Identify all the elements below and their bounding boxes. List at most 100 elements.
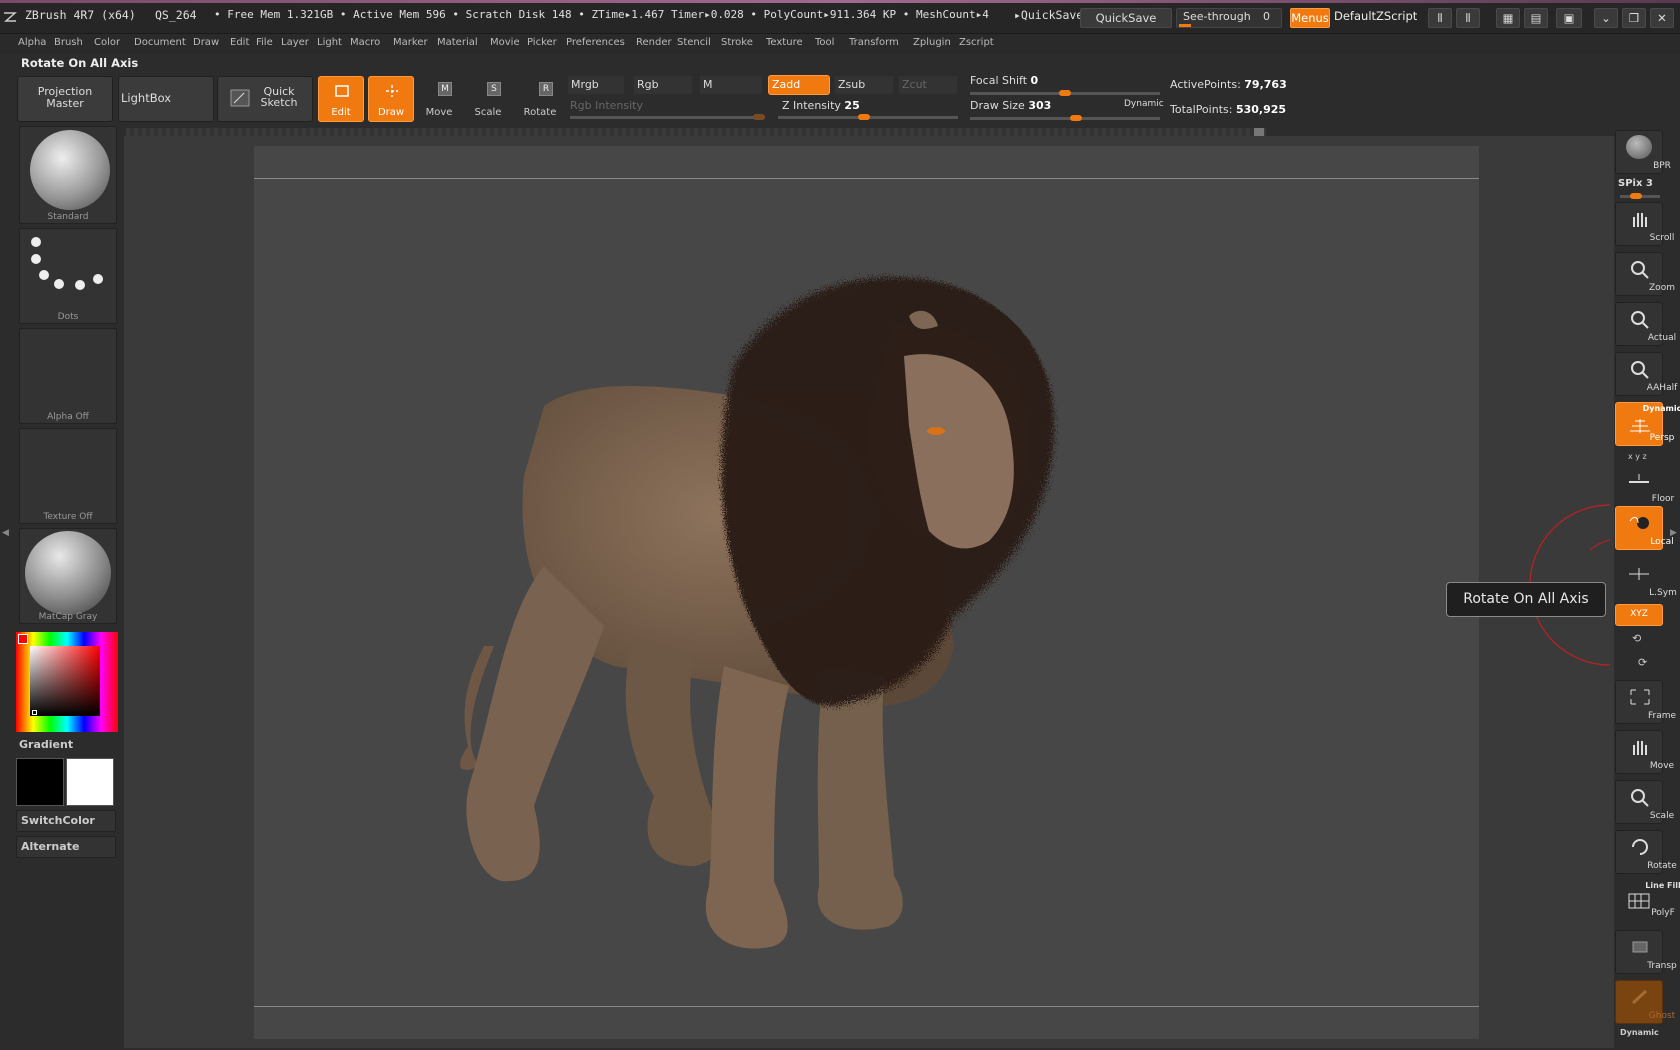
- rotate-mode-button[interactable]: R Rotate: [517, 80, 563, 122]
- zoom-button[interactable]: Zoom: [1615, 252, 1675, 296]
- color-picker[interactable]: [16, 632, 118, 732]
- focal-shift-slider[interactable]: [970, 90, 1160, 96]
- prev-script-icon[interactable]: ⦀: [1428, 8, 1452, 28]
- local-transform-icon: [1629, 516, 1649, 529]
- aahalf-button[interactable]: AAHalf: [1615, 352, 1677, 396]
- menu-color[interactable]: Color: [94, 37, 120, 48]
- menu-document[interactable]: Document: [134, 37, 186, 48]
- rotate-y-icon[interactable]: ⟲: [1632, 632, 1641, 645]
- move-button[interactable]: Move: [1615, 730, 1674, 774]
- right-tray-collapse-icon[interactable]: ▶: [1670, 528, 1678, 548]
- close-icon[interactable]: ✕: [1650, 8, 1674, 28]
- menu-brush[interactable]: Brush: [54, 37, 83, 48]
- menu-draw[interactable]: Draw: [193, 37, 219, 48]
- texture-selector[interactable]: Texture Off: [19, 428, 117, 524]
- quick-sketch-button[interactable]: Quick Sketch: [217, 76, 313, 122]
- layout-icon[interactable]: ▦: [1496, 8, 1520, 28]
- menu-stencil[interactable]: Stencil: [677, 37, 711, 48]
- scroll-button[interactable]: Scroll: [1615, 202, 1674, 246]
- color-marker[interactable]: [32, 710, 37, 715]
- polyf-button[interactable]: Line Fill PolyF: [1615, 880, 1680, 920]
- scale-button[interactable]: Scale: [1615, 780, 1674, 824]
- secondary-color-swatch[interactable]: [66, 758, 114, 806]
- default-zscript[interactable]: DefaultZScript: [1334, 9, 1417, 23]
- zcut-button[interactable]: Zcut: [898, 75, 958, 95]
- left-tray-collapse-icon[interactable]: ◀: [2, 528, 10, 548]
- scale-mode-button[interactable]: S Scale: [465, 80, 511, 122]
- frame-button[interactable]: Frame: [1615, 680, 1676, 724]
- menu-movie[interactable]: Movie: [490, 37, 520, 48]
- menu-picker[interactable]: Picker: [527, 37, 557, 48]
- primary-color-swatch[interactable]: [16, 758, 64, 806]
- lion-model[interactable]: [254, 146, 1479, 1039]
- menu-stroke[interactable]: Stroke: [721, 37, 753, 48]
- menu-zplugin[interactable]: Zplugin: [913, 37, 951, 48]
- document-canvas[interactable]: [254, 146, 1479, 1039]
- dots-stroke-icon: [31, 237, 103, 290]
- lightbox-button[interactable]: LightBox: [118, 76, 214, 122]
- brush-selector[interactable]: Standard: [19, 126, 117, 224]
- move-mode-button[interactable]: M Move: [416, 80, 462, 122]
- mrgb-button[interactable]: Mrgb: [567, 75, 625, 95]
- menu-preferences[interactable]: Preferences: [566, 37, 625, 48]
- layout-alt-icon[interactable]: ▤: [1524, 8, 1548, 28]
- menu-zscript[interactable]: Zscript: [959, 37, 994, 48]
- hue-marker[interactable]: [18, 634, 28, 644]
- see-through-slider[interactable]: See-through 0: [1176, 8, 1282, 28]
- xyz-rotate-button[interactable]: XYZ: [1615, 604, 1663, 626]
- focal-shift-readout: Focal Shift 0: [970, 74, 1039, 87]
- ghost-button[interactable]: Ghost: [1615, 980, 1675, 1024]
- m-button[interactable]: M: [699, 75, 763, 95]
- rgb-button[interactable]: Rgb: [633, 75, 693, 95]
- title-bar: ZBrush 4R7 (x64) QS_264 • Free Mem 1.321…: [0, 0, 1680, 34]
- rgb-intensity-slider[interactable]: [570, 114, 765, 120]
- spix-slider[interactable]: [1620, 193, 1660, 199]
- menus-toggle[interactable]: Menus: [1290, 8, 1330, 28]
- menu-marker[interactable]: Marker: [393, 37, 428, 48]
- menu-material[interactable]: Material: [437, 37, 478, 48]
- edit-mode-button[interactable]: Edit: [318, 76, 364, 122]
- gradient-toggle[interactable]: Gradient: [19, 738, 73, 751]
- quicksave-link[interactable]: ▸QuickSave: [1014, 8, 1083, 22]
- rotate-button[interactable]: Rotate: [1615, 830, 1677, 874]
- menu-render[interactable]: Render: [636, 37, 672, 48]
- lsym-button[interactable]: L.Sym: [1615, 556, 1677, 600]
- zadd-button[interactable]: Zadd: [768, 75, 830, 95]
- actual-button[interactable]: Actual: [1615, 302, 1676, 346]
- minimize-icon[interactable]: ⌄: [1594, 8, 1618, 28]
- z-intensity-slider[interactable]: [778, 114, 958, 120]
- menu-light[interactable]: Light: [317, 37, 342, 48]
- draw-mode-button[interactable]: Draw: [368, 76, 414, 122]
- menu-texture[interactable]: Texture: [766, 37, 803, 48]
- menu-transform[interactable]: Transform: [849, 37, 899, 48]
- menu-file[interactable]: File: [256, 37, 273, 48]
- next-script-icon[interactable]: ⦀: [1456, 8, 1480, 28]
- scale-icon: [1631, 789, 1649, 807]
- menu-macro[interactable]: Macro: [350, 37, 380, 48]
- maximize-icon[interactable]: ❐: [1622, 8, 1646, 28]
- menu-layer[interactable]: Layer: [281, 37, 309, 48]
- shelf-handle[interactable]: [1254, 128, 1264, 136]
- local-button[interactable]: Local: [1615, 506, 1674, 550]
- floor-icon: [1629, 474, 1649, 483]
- material-selector[interactable]: MatCap Gray: [19, 528, 117, 624]
- persp-button[interactable]: Dynamic Persp: [1615, 402, 1680, 446]
- alpha-selector[interactable]: Alpha Off: [19, 328, 117, 424]
- alternate-button[interactable]: Alternate: [16, 836, 116, 858]
- menu-alpha[interactable]: Alpha: [18, 37, 46, 48]
- color-saturation-square[interactable]: [30, 646, 100, 716]
- floor-button[interactable]: Floor: [1615, 462, 1674, 506]
- menu-tool[interactable]: Tool: [815, 37, 834, 48]
- menu-edit[interactable]: Edit: [230, 37, 249, 48]
- projection-master-button[interactable]: Projection Master: [17, 76, 113, 122]
- draw-size-slider[interactable]: [970, 115, 1160, 121]
- lock-icon[interactable]: ▣: [1556, 8, 1582, 28]
- quicksave-button[interactable]: QuickSave: [1080, 8, 1172, 28]
- transp-button[interactable]: Transp: [1615, 930, 1677, 974]
- zsub-button[interactable]: Zsub: [834, 75, 894, 95]
- bpr-button[interactable]: BPR: [1615, 130, 1671, 174]
- rotate-z-icon[interactable]: ⟳: [1638, 656, 1647, 669]
- switch-color-button[interactable]: SwitchColor: [16, 810, 116, 832]
- dynamic-toggle[interactable]: Dynamic: [1124, 99, 1164, 109]
- stroke-selector[interactable]: Dots: [19, 228, 117, 324]
